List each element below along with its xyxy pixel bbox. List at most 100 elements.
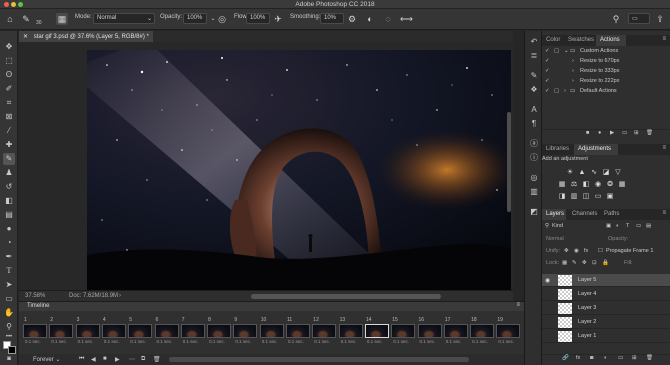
frame-duration[interactable]: 0.1 sec. — [393, 339, 409, 344]
chevron-right-icon[interactable]: › — [564, 88, 566, 94]
opacity-input[interactable]: 100% — [183, 13, 207, 24]
pen-tool-icon[interactable]: ✒ — [3, 251, 15, 263]
curves-icon[interactable]: ∿ — [590, 169, 598, 177]
marquee-tool-icon[interactable]: ⬚ — [3, 55, 15, 67]
tab-paths[interactable]: Paths — [604, 211, 619, 217]
tween-icon[interactable]: ⋯ — [129, 356, 135, 363]
timeline-frame[interactable]: 4 0.1 sec. — [101, 317, 126, 344]
timeline-frame[interactable]: 12 0.1 sec. — [312, 317, 337, 344]
frame-duration[interactable]: 0.1 sec. — [25, 339, 41, 344]
tab-libraries[interactable]: Libraries — [546, 146, 569, 152]
document-image[interactable] — [87, 50, 511, 290]
black-white-icon[interactable]: ◧ — [582, 181, 590, 189]
history-icon[interactable]: ↶ — [529, 37, 539, 47]
selective-color-icon[interactable]: ▣ — [606, 193, 614, 201]
path-select-tool-icon[interactable]: ➤ — [3, 279, 15, 291]
first-frame-icon[interactable]: ⏮ — [79, 356, 84, 363]
tab-actions[interactable]: Actions — [600, 37, 620, 43]
styles-icon[interactable]: ◩ — [529, 207, 539, 217]
new-set-icon[interactable]: ▭ — [622, 130, 627, 136]
navigator-icon[interactable]: ◎ — [529, 173, 539, 183]
frame-duration[interactable]: 0.1 sec. — [183, 339, 199, 344]
close-tab-icon[interactable]: ✕ — [23, 34, 28, 40]
color-balance-icon[interactable]: ⚖ — [570, 181, 578, 189]
timeline-frame[interactable]: 11 0.1 sec. — [286, 317, 310, 344]
frame-duration[interactable]: 0.1 sec. — [472, 339, 488, 344]
propagate-frame-checkbox[interactable]: ☐ — [598, 248, 603, 254]
adjustment-filter-icon[interactable]: ◐ — [616, 223, 619, 229]
frame-tool-icon[interactable]: ⊠ — [3, 111, 15, 123]
history-brush-tool-icon[interactable]: ↺ — [3, 181, 15, 193]
kind-filter-select[interactable]: Kind — [552, 223, 563, 229]
action-row[interactable]: ✓ ▢ ⌄ ▭ Custom Actions — [542, 48, 670, 58]
smart-object-filter-icon[interactable]: ▤ — [646, 223, 651, 229]
timeline-scrollbar[interactable] — [169, 357, 469, 362]
frame-duration[interactable]: 0.1 sec. — [104, 339, 120, 344]
channel-mixer-icon[interactable]: ❂ — [606, 181, 614, 189]
chevron-right-icon[interactable]: › — [119, 293, 121, 299]
frame-duration[interactable]: 0.1 sec. — [288, 339, 304, 344]
check-icon[interactable]: ✓ — [545, 78, 550, 84]
color-lookup-icon[interactable]: ▦ — [618, 181, 626, 189]
visibility-eye-icon[interactable]: ◉ — [545, 277, 550, 284]
gradient-map-icon[interactable]: ▭ — [594, 193, 602, 201]
layer-name[interactable]: Layer 4 — [578, 291, 596, 297]
lock-all-icon[interactable]: 🔒 — [602, 260, 609, 266]
threshold-icon[interactable]: ◫ — [582, 193, 590, 201]
chevron-down-icon[interactable]: ⌄ — [564, 48, 569, 54]
frame-duration[interactable]: 0.1 sec. — [51, 339, 67, 344]
airbrush-icon[interactable]: ✈ — [272, 13, 284, 25]
unify-position-icon[interactable]: ✥ — [564, 248, 569, 254]
mode-select[interactable]: Normal ⌄ — [93, 13, 155, 24]
type-tool-icon[interactable]: T — [3, 265, 15, 277]
timeline-frame[interactable]: 13 0.1 sec. — [338, 317, 363, 344]
action-row[interactable]: ✓ › Resize to 222px — [542, 78, 670, 88]
loop-select[interactable]: Forever ⌄ — [33, 356, 60, 363]
group-icon[interactable]: ▭ — [618, 355, 623, 361]
levels-icon[interactable]: ▲ — [578, 169, 586, 177]
lock-position-icon[interactable]: ✥ — [582, 260, 587, 266]
move-tool-icon[interactable]: ✥ — [3, 41, 15, 53]
timeline-frame[interactable]: 14 0.1 sec. — [364, 317, 389, 344]
healing-brush-tool-icon[interactable]: ✚ — [3, 139, 15, 151]
dialog-toggle-icon[interactable]: ▢ — [554, 48, 559, 54]
quick-mask-icon[interactable]: ◙ — [3, 353, 15, 365]
timeline-frame[interactable]: 10 0.1 sec. — [259, 317, 284, 344]
timeline-frame[interactable]: 18 0.1 sec. — [470, 317, 495, 344]
lock-image-icon[interactable]: ✎ — [572, 260, 577, 266]
frame-duration[interactable]: 0.1 sec. — [262, 339, 278, 344]
exposure-icon[interactable]: ◪ — [602, 169, 610, 177]
timeline-frame[interactable]: 8 0.1 sec. — [207, 317, 232, 344]
smoothing-input[interactable]: 10% — [320, 13, 344, 24]
frame-duration[interactable]: 0.1 sec. — [314, 339, 330, 344]
blur-tool-icon[interactable]: ● — [3, 223, 15, 235]
unify-style-icon[interactable]: fx — [584, 248, 588, 254]
vertical-scrollbar[interactable] — [507, 112, 511, 212]
smoothing-settings-icon[interactable]: ⚙ — [346, 13, 358, 25]
search-icon[interactable]: ⚲ — [610, 13, 622, 25]
eraser-tool-icon[interactable]: ◧ — [3, 195, 15, 207]
glyphs-icon[interactable]: ⓐ — [529, 139, 539, 149]
next-frame-icon[interactable]: ▶ — [115, 356, 120, 363]
timeline-frame[interactable]: 19 0.1 sec. — [496, 317, 521, 344]
check-icon[interactable]: ✓ — [545, 58, 550, 64]
document-tab[interactable]: ✕ star gif 3.psd @ 37.6% (Layer 5, RGB/8… — [19, 31, 153, 42]
shape-filter-icon[interactable]: ▭ — [636, 223, 641, 229]
horizontal-scrollbar[interactable] — [251, 294, 441, 299]
frame-duration[interactable]: 0.1 sec. — [341, 339, 357, 344]
check-icon[interactable]: ✓ — [545, 68, 550, 74]
panel-menu-icon[interactable]: ≡ — [516, 302, 520, 308]
action-row[interactable]: ✓ › Resize to 333px — [542, 68, 670, 78]
timeline-frame[interactable]: 9 0.1 sec. — [233, 317, 258, 344]
brush-tool-icon[interactable]: ✎ — [3, 153, 15, 165]
new-layer-icon[interactable]: ⊞ — [632, 355, 637, 361]
panel-menu-icon[interactable]: ≡ — [662, 210, 666, 216]
brush-angle-icon[interactable]: ◐ — [364, 13, 376, 25]
brushes-icon[interactable]: ❖ — [529, 85, 539, 95]
layer-row[interactable]: Layer 4 — [542, 288, 670, 301]
tab-layers[interactable]: Layers — [546, 211, 564, 217]
document-info[interactable]: Doc: 7.62M/18.9M — [69, 293, 118, 299]
type-filter-icon[interactable]: T — [626, 223, 629, 229]
pressure-size-icon[interactable]: ◌ — [382, 13, 394, 25]
lock-artboard-icon[interactable]: ⊡ — [592, 260, 597, 266]
